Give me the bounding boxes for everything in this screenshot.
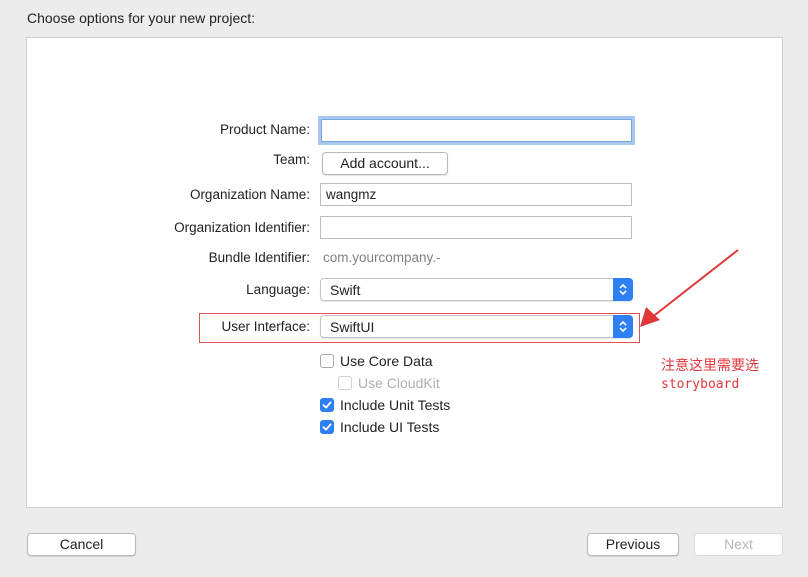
use-core-data-label: Use Core Data: [340, 353, 433, 369]
highlight-box: [199, 313, 640, 343]
include-unit-tests-checkbox[interactable]: [320, 398, 334, 412]
previous-button[interactable]: Previous: [587, 533, 679, 556]
include-unit-tests-label: Include Unit Tests: [340, 397, 451, 413]
team-label: Team:: [273, 152, 310, 167]
organization-identifier-label: Organization Identifier:: [174, 220, 310, 235]
bundle-identifier-label: Bundle Identifier:: [208, 250, 310, 265]
popup-chevrons-icon: [613, 278, 633, 301]
checkmark-icon: [322, 401, 332, 409]
organization-name-field[interactable]: wangmz: [320, 183, 632, 206]
add-account-button[interactable]: Add account...: [322, 152, 448, 175]
include-ui-tests-label: Include UI Tests: [340, 419, 440, 435]
checkmark-icon: [322, 423, 332, 431]
use-cloudkit-label: Use CloudKit: [358, 375, 440, 391]
use-cloudkit-checkbox[interactable]: [338, 376, 352, 390]
language-value: Swift: [330, 282, 361, 298]
annotation-note-chinese: 注意这里需要选: [661, 357, 759, 373]
include-ui-tests-checkbox[interactable]: [320, 420, 334, 434]
organization-identifier-field[interactable]: [320, 216, 632, 239]
options-panel: [26, 37, 783, 508]
organization-name-label: Organization Name:: [189, 187, 310, 202]
product-name-field[interactable]: [321, 119, 632, 142]
language-label: Language:: [246, 282, 310, 297]
cancel-button[interactable]: Cancel: [27, 533, 136, 556]
dialog-title: Choose options for your new project:: [27, 10, 256, 26]
bundle-identifier-value: com.yourcompany.-: [323, 250, 441, 265]
use-core-data-checkbox[interactable]: [320, 354, 334, 368]
annotation-note-storyboard: storyboard: [661, 377, 740, 392]
product-name-label: Product Name:: [219, 122, 310, 137]
next-button[interactable]: Next: [694, 533, 783, 556]
language-popup[interactable]: Swift: [320, 278, 633, 301]
